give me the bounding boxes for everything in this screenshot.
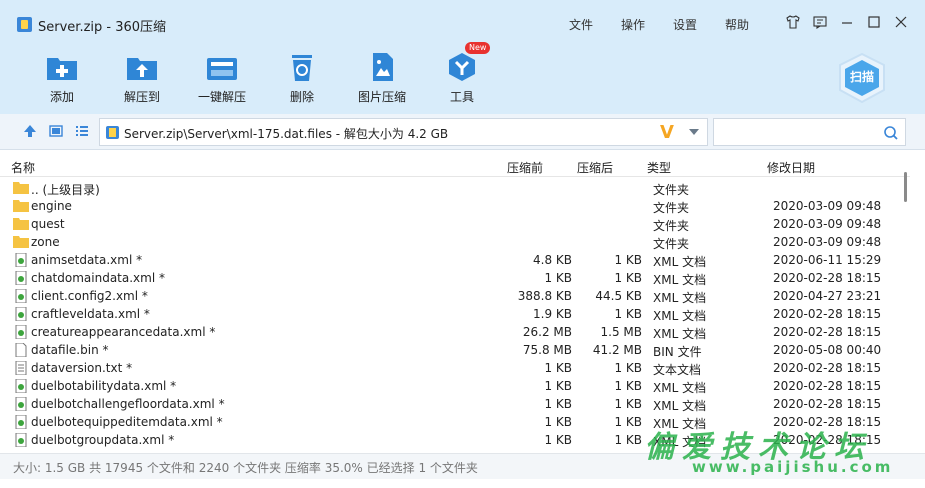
xml-file-icon xyxy=(15,325,27,339)
status-text: 大小: 1.5 GB 共 17945 个文件和 2240 个文件夹 压缩率 35… xyxy=(13,461,478,475)
table-row[interactable]: creatureappearancedata.xml * 26.2 MB 1.5… xyxy=(0,323,905,341)
path-field[interactable]: Server.zip\Server\xml-175.dat.files - 解包… xyxy=(99,118,708,146)
title-bar: Server.zip - 360压缩 文件 操作 设置 帮助 xyxy=(0,0,925,48)
tools-label: 工具 xyxy=(449,90,474,104)
tools-button[interactable]: 工具 xyxy=(427,48,497,108)
maximize-button[interactable] xyxy=(865,14,883,32)
path-text: Server.zip\Server\xml-175.dat.files - 解包… xyxy=(124,127,449,141)
xml-file-icon xyxy=(15,397,27,411)
add-label: 添加 xyxy=(49,90,74,104)
table-row[interactable]: client.config2.xml * 388.8 KB 44.5 KB XM… xyxy=(0,287,905,305)
one-click-extract-label: 一键解压 xyxy=(197,90,246,104)
new-badge: New xyxy=(465,42,491,54)
close-button[interactable] xyxy=(892,14,910,32)
table-row[interactable]: animsetdata.xml * 4.8 KB 1 KB XML 文档 202… xyxy=(0,251,905,269)
extract-to-icon xyxy=(127,58,157,80)
column-compressed[interactable]: 压缩后 xyxy=(577,159,613,176)
tools-icon xyxy=(449,53,475,81)
folder-icon xyxy=(13,200,29,212)
menu-help[interactable]: 帮助 xyxy=(725,16,749,33)
table-row[interactable]: duelbotchallengefloordata.xml * 1 KB 1 K… xyxy=(0,395,905,413)
search-icon[interactable] xyxy=(883,125,899,141)
delete-label: 删除 xyxy=(289,90,314,104)
folder-icon xyxy=(13,218,29,230)
text-file-icon xyxy=(15,361,27,375)
one-click-extract-icon xyxy=(207,58,237,80)
table-row[interactable]: quest 文件夹 2020-03-09 09:48 xyxy=(0,215,905,233)
file-icon xyxy=(15,343,27,357)
watermark: 偏爱技术论坛 www.paijishu.com xyxy=(632,422,912,482)
column-size[interactable]: 压缩前 xyxy=(507,159,543,176)
folder-icon xyxy=(13,236,29,248)
column-header: 名称 压缩前 压缩后 类型 修改日期 xyxy=(0,151,910,177)
add-icon xyxy=(47,58,77,80)
table-row[interactable]: zone 文件夹 2020-03-09 09:48 xyxy=(0,233,905,251)
table-row[interactable]: datafile.bin * 75.8 MB 41.2 MB BIN 文件 20… xyxy=(0,341,905,359)
toolbar: 添加 解压到 一键解压 删除 图片压缩 工具 New xyxy=(0,42,925,114)
xml-file-icon xyxy=(15,253,27,267)
extract-to-button[interactable]: 解压到 xyxy=(107,48,177,108)
table-row[interactable]: chatdomaindata.xml * 1 KB 1 KB XML 文档 20… xyxy=(0,269,905,287)
up-arrow-icon[interactable] xyxy=(22,123,38,139)
xml-file-icon xyxy=(15,379,27,393)
column-modified[interactable]: 修改日期 xyxy=(767,159,815,176)
v-logo-icon[interactable]: V xyxy=(660,122,674,143)
xml-file-icon xyxy=(15,271,27,285)
vertical-scrollbar[interactable] xyxy=(903,160,909,450)
list-view-icon[interactable] xyxy=(74,123,90,139)
thumbnail-view-icon[interactable] xyxy=(48,123,64,139)
path-dropdown-icon[interactable] xyxy=(689,129,699,135)
image-compress-button[interactable]: 图片压缩 xyxy=(347,48,417,108)
address-bar: Server.zip\Server\xml-175.dat.files - 解包… xyxy=(0,114,925,150)
search-input[interactable] xyxy=(713,118,906,146)
delete-button[interactable]: 删除 xyxy=(267,48,337,108)
xml-file-icon xyxy=(15,307,27,321)
menu-file[interactable]: 文件 xyxy=(569,16,593,33)
delete-icon xyxy=(292,55,312,81)
table-row[interactable]: duelbotabilitydata.xml * 1 KB 1 KB XML 文… xyxy=(0,377,905,395)
one-click-extract-button[interactable]: 一键解压 xyxy=(187,48,257,108)
skin-shirt-icon[interactable] xyxy=(784,14,802,32)
menu-settings[interactable]: 设置 xyxy=(673,16,697,33)
zip-archive-icon xyxy=(106,126,119,139)
watermark-url: www.paijishu.com xyxy=(692,458,894,476)
scrollbar-thumb[interactable] xyxy=(904,172,907,202)
table-row[interactable]: craftleveldata.xml * 1.9 KB 1 KB XML 文档 … xyxy=(0,305,905,323)
app-logo-icon xyxy=(17,17,32,32)
add-button[interactable]: 添加 xyxy=(27,48,97,108)
file-list: .. (上级目录) 文件夹 engine 文件夹 2020-03-09 09:4… xyxy=(0,177,905,449)
table-row[interactable]: dataversion.txt * 1 KB 1 KB 文本文档 2020-02… xyxy=(0,359,905,377)
feedback-icon[interactable] xyxy=(811,14,829,32)
table-row[interactable]: engine 文件夹 2020-03-09 09:48 xyxy=(0,197,905,215)
menu-operation[interactable]: 操作 xyxy=(621,16,645,33)
xml-file-icon xyxy=(15,433,27,447)
column-name[interactable]: 名称 xyxy=(11,159,35,176)
extract-to-label: 解压到 xyxy=(123,90,160,104)
table-row[interactable]: .. (上级目录) 文件夹 xyxy=(0,179,905,197)
window-title: Server.zip - 360压缩 xyxy=(38,20,167,35)
image-compress-icon xyxy=(373,53,393,81)
column-type[interactable]: 类型 xyxy=(647,159,671,176)
folder-icon xyxy=(13,182,29,194)
xml-file-icon xyxy=(15,289,27,303)
minimize-button[interactable] xyxy=(838,14,856,32)
xml-file-icon xyxy=(15,415,27,429)
image-compress-label: 图片压缩 xyxy=(357,90,406,104)
scan-label[interactable]: 扫描 xyxy=(836,68,888,85)
